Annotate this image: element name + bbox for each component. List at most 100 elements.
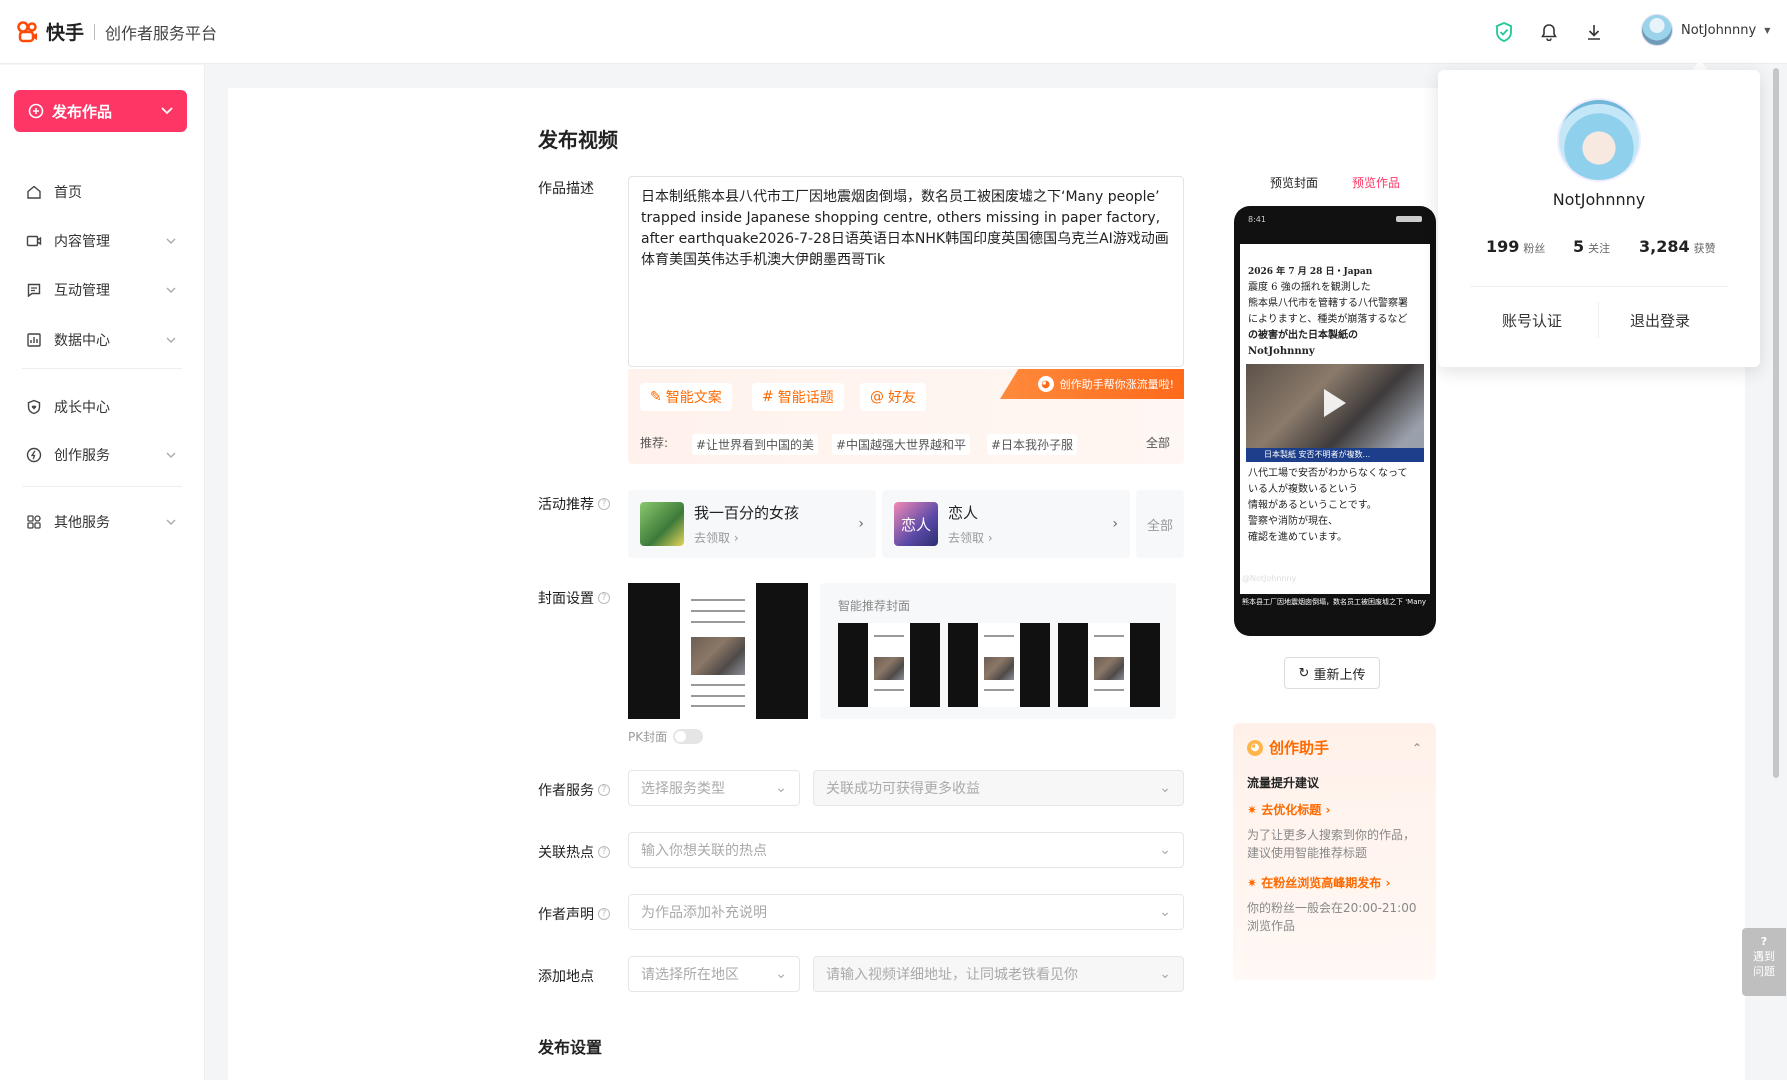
sidebar-item-label: 创作服务 — [54, 448, 110, 464]
user-menu[interactable]: NotJohnnny ▼ — [1641, 14, 1770, 46]
profile-name: NotJohnnny — [1552, 190, 1646, 209]
reupload-button[interactable]: ↻ 重新上传 — [1284, 657, 1380, 689]
sparkle-icon: ✷ — [1247, 803, 1258, 817]
chevron-down-icon — [166, 519, 176, 525]
sidebar-item-interaction[interactable]: 互动管理 — [26, 277, 176, 303]
activity-claim-link[interactable]: 去领取 › — [694, 529, 848, 546]
service-link-select[interactable]: 关联成功可获得更多收益 ⌄ — [813, 770, 1184, 806]
recommend-label: 推荐: — [640, 436, 669, 450]
smart-cover-label: 智能推荐封面 — [838, 599, 911, 613]
sidebar-item-creator-service[interactable]: 创作服务 — [26, 442, 176, 468]
mention-friends-button[interactable]: @ 好友 — [860, 383, 926, 411]
tip-text: 为了让更多人搜索到你的作品，建议使用智能推荐标题 — [1247, 828, 1416, 860]
sidebar-item-label: 数据中心 — [54, 333, 110, 349]
reupload-label: 重新上传 — [1313, 667, 1366, 683]
fans-stat[interactable]: 199 粉丝 — [1486, 237, 1545, 256]
help-icon: ? — [598, 908, 610, 920]
hashtag-icon: # — [762, 389, 774, 405]
recommended-tag[interactable]: #中国越强大世界越和平 — [832, 434, 971, 455]
all-activities-link[interactable]: 全部 — [1136, 490, 1184, 558]
peak-time-link[interactable]: ✷ 在粉丝浏览高峰期发布 › — [1247, 874, 1422, 891]
smart-copy-label: 智能文案 — [665, 390, 722, 406]
plus-circle-icon — [28, 103, 44, 119]
sidebar-item-label: 首页 — [54, 185, 82, 201]
smart-cover-option[interactable] — [948, 623, 1050, 707]
hot-topic-label: 关联热点? — [538, 842, 610, 862]
recommended-tag[interactable]: #日本我孙子服 — [987, 434, 1078, 455]
page-scrollbar[interactable] — [1773, 68, 1779, 778]
screen-line: 震度 6 強の揺れを観測した — [1248, 282, 1371, 293]
news-banner: 日本製紙 安否不明者が複数... — [1246, 448, 1424, 462]
battery-icon — [1396, 216, 1422, 222]
help-icon: ? — [598, 498, 610, 510]
tip-text: 你的粉丝一般会在20:00-21:00浏览作品 — [1247, 901, 1417, 933]
chevron-right-icon: › — [858, 516, 864, 532]
sidebar-item-data[interactable]: 数据中心 — [26, 327, 176, 353]
likes-stat: 3,284 获赞 — [1639, 237, 1716, 256]
kuaishou-logo-icon — [17, 20, 37, 42]
pk-cover-toggle[interactable] — [673, 729, 703, 744]
activity-thumbnail: 恋人 — [894, 502, 938, 546]
recommended-tag[interactable]: #让世界看到中国的美 — [692, 434, 819, 455]
popup-divider — [1470, 286, 1728, 287]
creator-helper-tag[interactable]: ◕ 创作助手帮你涨流量啦! — [1000, 369, 1184, 399]
tab-preview-cover[interactable]: 预览封面 — [1270, 174, 1318, 191]
activity-card[interactable]: 恋人 恋人 去领取 › › — [882, 490, 1130, 558]
screen-line: の被害が出た日本製紙の NotJohnnny — [1248, 330, 1358, 357]
caption-user: @NotJohnnny — [1242, 574, 1297, 583]
logout-button[interactable]: 退出登录 — [1630, 310, 1690, 331]
profile-avatar[interactable] — [1557, 98, 1641, 182]
apps-icon — [27, 515, 41, 529]
following-stat[interactable]: 5 关注 — [1573, 237, 1610, 256]
activity-claim-link[interactable]: 去领取 › — [948, 529, 1102, 546]
kuaishou-logo[interactable]: 快手 创作者服务平台 — [16, 18, 217, 45]
username: NotJohnnny — [1681, 22, 1757, 38]
smart-copy-button[interactable]: ✎ 智能文案 — [640, 383, 732, 411]
smart-topic-button[interactable]: # 智能话题 — [752, 383, 844, 411]
publish-work-button[interactable]: 发布作品 — [14, 90, 187, 132]
chevron-down-icon: ⌄ — [775, 966, 787, 982]
all-tags-link[interactable]: 全部 — [1146, 434, 1170, 451]
region-placeholder: 请选择所在地区 — [641, 967, 739, 983]
help-float-button[interactable]: ? 遇到问题 — [1742, 928, 1786, 996]
cover-preview[interactable] — [628, 583, 808, 719]
statement-select[interactable]: 为作品添加补充说明 ⌄ — [628, 894, 1184, 930]
activity-label: 活动推荐? — [538, 494, 610, 514]
activity-card[interactable]: 我一百分的女孩 去领取 › › — [628, 490, 876, 558]
description-textarea[interactable]: 日本制纸熊本县八代市工厂因地震烟囱倒塌，数名员工被困废墟之下‘Many peop… — [628, 176, 1184, 367]
sparkle-icon: ✷ — [1247, 876, 1258, 890]
sidebar-item-content[interactable]: 内容管理 — [26, 228, 176, 254]
region-select[interactable]: 请选择所在地区 ⌄ — [628, 956, 800, 992]
helper-mascot-icon: ◕ — [1037, 376, 1054, 392]
refresh-icon: ↻ — [1298, 665, 1310, 681]
assistant-title: 创作助手 — [1269, 739, 1330, 757]
statement-placeholder: 为作品添加补充说明 — [641, 905, 767, 921]
chevron-down-icon — [161, 107, 173, 115]
tab-preview-work[interactable]: 预览作品 — [1352, 174, 1400, 191]
service-type-select[interactable]: 选择服务类型 ⌄ — [628, 770, 800, 806]
sidebar-item-growth[interactable]: 成长中心 — [26, 394, 176, 420]
help-icon: ? — [598, 846, 610, 858]
news-video-frame[interactable]: 日本製紙 安否不明者が複数... — [1246, 364, 1424, 462]
caption-text: 熊本县工厂因地震烟囱倒塌，数名员工被困废墟之下 'Many people'...… — [1242, 598, 1428, 606]
sidebar-item-label: 内容管理 — [54, 234, 110, 250]
screen-line: によりますと、種类が崩落するなど — [1248, 314, 1408, 325]
screen-line: 警察や消防が現在、 — [1248, 516, 1338, 527]
hot-topic-select[interactable]: 输入你想关联的热点 ⌄ — [628, 832, 1184, 868]
smart-cover-option[interactable] — [838, 623, 940, 707]
smart-cover-option[interactable] — [1058, 623, 1160, 707]
chevron-down-icon — [166, 337, 176, 343]
account-verify-button[interactable]: 账号认证 — [1502, 310, 1562, 331]
address-select[interactable]: 请输入视频详细地址，让同城老铁看见你 ⌄ — [813, 956, 1184, 992]
activity-title: 恋人 — [948, 504, 979, 522]
sidebar-item-home[interactable]: 首页 — [26, 179, 176, 205]
help-question-icon: ? — [1760, 935, 1768, 948]
chevron-up-icon[interactable]: ⌃ — [1412, 741, 1422, 755]
security-shield-icon[interactable] — [1492, 20, 1516, 44]
hot-topic-placeholder: 输入你想关联的热点 — [641, 843, 767, 859]
sidebar-item-other-services[interactable]: 其他服务 — [26, 509, 176, 535]
download-icon[interactable] — [1582, 20, 1606, 44]
chevron-down-icon: ⌄ — [1159, 904, 1171, 920]
optimize-title-link[interactable]: ✷ 去优化标题 › — [1247, 801, 1422, 818]
bell-icon[interactable] — [1537, 20, 1561, 44]
